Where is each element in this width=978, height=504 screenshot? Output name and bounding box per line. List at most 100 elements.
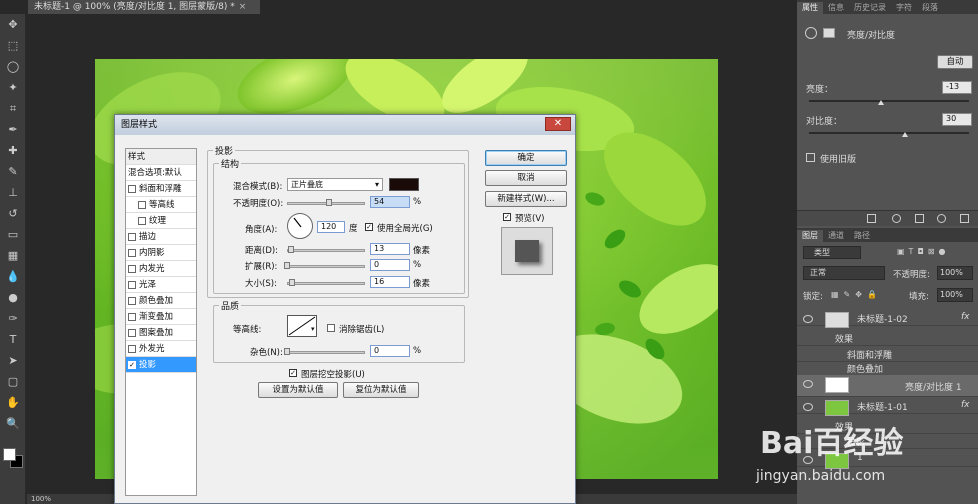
distance-slider-thumb[interactable]: [287, 246, 294, 253]
eyedropper-icon[interactable]: ✒: [0, 119, 26, 140]
style-checkbox[interactable]: [128, 264, 136, 273]
cancel-button[interactable]: 取消: [485, 170, 567, 186]
style-checkbox[interactable]: [128, 184, 136, 193]
opacity-field[interactable]: 100%: [937, 266, 973, 280]
layers-tab-0[interactable]: 图层: [797, 230, 823, 242]
new-style-button[interactable]: 新建样式(W)...: [485, 191, 567, 207]
pen-icon[interactable]: ✑: [0, 308, 26, 329]
reset-default-button[interactable]: 复位为默认值: [343, 382, 419, 398]
dodge-icon[interactable]: ●: [0, 287, 26, 308]
clip-icon[interactable]: [867, 214, 876, 223]
style-item[interactable]: 描边: [126, 229, 196, 245]
visibility-eye-icon[interactable]: [803, 403, 813, 411]
lock-icons[interactable]: ▦✎✥🔒: [831, 290, 882, 299]
tab-1[interactable]: 信息: [823, 2, 849, 14]
blend-options-item[interactable]: 混合选项:默认: [126, 165, 196, 181]
layer-row[interactable]: 亮度/对比度 1: [797, 375, 978, 397]
style-item[interactable]: 内发光: [126, 261, 196, 277]
legacy-checkbox[interactable]: [806, 153, 815, 162]
contrast-slider[interactable]: [809, 132, 969, 134]
size-slider[interactable]: [287, 282, 365, 285]
style-item[interactable]: 斜面和浮雕: [126, 181, 196, 197]
tab-4[interactable]: 段落: [917, 2, 943, 14]
spread-slider-thumb[interactable]: [284, 262, 290, 269]
brightness-slider[interactable]: [809, 100, 969, 102]
mask-icon[interactable]: [823, 28, 835, 38]
history-brush-icon[interactable]: ↺: [0, 203, 26, 224]
size-slider-thumb[interactable]: [288, 279, 295, 286]
move-icon[interactable]: ✥: [0, 14, 26, 35]
brightness-field[interactable]: -13: [942, 81, 972, 94]
document-tab[interactable]: 未标题-1 @ 100% (亮度/对比度 1, 图层蒙版/8) * ×: [28, 0, 260, 14]
layers-tab-2[interactable]: 路径: [849, 230, 875, 242]
layer-row[interactable]: 未标题-1-02 fx: [797, 310, 978, 328]
crop-icon[interactable]: ⌗: [0, 98, 26, 119]
brightness-slider-thumb[interactable]: [878, 100, 884, 105]
angle-field[interactable]: 120: [317, 221, 345, 233]
eraser-icon[interactable]: ▭: [0, 224, 26, 245]
style-item[interactable]: 渐变叠加: [126, 309, 196, 325]
ok-button[interactable]: 确定: [485, 150, 567, 166]
healing-icon[interactable]: ✚: [0, 140, 26, 161]
style-checkbox[interactable]: ✓: [128, 360, 136, 369]
quick-select-icon[interactable]: ✦: [0, 77, 26, 98]
style-item[interactable]: 光泽: [126, 277, 196, 293]
style-checkbox[interactable]: [128, 328, 136, 337]
style-item[interactable]: 图案叠加: [126, 325, 196, 341]
blur-icon[interactable]: 💧: [0, 266, 26, 287]
style-checkbox[interactable]: [138, 200, 146, 209]
knockout-checkbox[interactable]: ✓: [289, 369, 297, 377]
type-icon[interactable]: T: [0, 329, 26, 350]
distance-field[interactable]: 13: [370, 243, 410, 255]
visibility-eye-icon[interactable]: [803, 380, 813, 388]
size-field[interactable]: 16: [370, 276, 410, 288]
style-item[interactable]: 纹理: [126, 213, 196, 229]
opacity-slider-thumb[interactable]: [326, 199, 333, 206]
style-item[interactable]: 内阴影: [126, 245, 196, 261]
auto-button[interactable]: 自动: [937, 55, 973, 69]
blend-mode-select[interactable]: 正常: [803, 266, 885, 280]
preview-checkbox[interactable]: ✓: [503, 213, 511, 221]
fx-icon[interactable]: fx: [961, 400, 970, 410]
path-select-icon[interactable]: ➤: [0, 350, 26, 371]
style-checkbox[interactable]: [128, 280, 136, 289]
style-checkbox[interactable]: [128, 232, 136, 241]
contour-dropdown-icon[interactable]: ▾: [311, 325, 315, 333]
lasso-icon[interactable]: ◯: [0, 56, 26, 77]
style-item[interactable]: 外发光: [126, 341, 196, 357]
filter-icons[interactable]: ▣T◘⊠●: [897, 247, 967, 258]
tab-2[interactable]: 历史记录: [849, 2, 891, 14]
filter-kind-select[interactable]: 类型: [803, 246, 861, 259]
shape-icon[interactable]: ▢: [0, 371, 26, 392]
styles-header[interactable]: 样式: [126, 149, 196, 165]
delete-icon[interactable]: [960, 214, 969, 223]
noise-slider[interactable]: [287, 351, 365, 354]
layer-row[interactable]: 未标题-1-01 fx: [797, 398, 978, 416]
effect-item[interactable]: 颜色叠加: [797, 360, 978, 376]
view-previous-icon[interactable]: [892, 214, 901, 223]
zoom-level[interactable]: 100%: [31, 495, 51, 503]
stamp-icon[interactable]: ⊥: [0, 182, 26, 203]
spread-field[interactable]: 0: [370, 259, 410, 271]
style-item[interactable]: 颜色叠加: [126, 293, 196, 309]
distance-slider[interactable]: [287, 249, 365, 252]
close-tab-icon[interactable]: ×: [239, 2, 247, 12]
global-light-checkbox[interactable]: ✓: [365, 223, 373, 231]
foreground-color-swatch[interactable]: [3, 448, 16, 461]
noise-field[interactable]: 0: [370, 345, 410, 357]
marquee-icon[interactable]: ⬚: [0, 35, 26, 56]
visibility-eye-icon[interactable]: [803, 315, 813, 323]
close-icon[interactable]: ✕: [545, 117, 571, 131]
layers-tab-1[interactable]: 通道: [823, 230, 849, 242]
gradient-icon[interactable]: ▦: [0, 245, 26, 266]
shadow-blend-select[interactable]: 正片叠底 ▾: [287, 178, 383, 191]
style-checkbox[interactable]: [128, 248, 136, 257]
style-checkbox[interactable]: [128, 296, 136, 305]
style-checkbox[interactable]: [138, 216, 146, 225]
opacity-field[interactable]: 54: [370, 196, 410, 208]
style-item[interactable]: 等高线: [126, 197, 196, 213]
effects-row[interactable]: 效果: [797, 330, 978, 346]
style-checkbox[interactable]: [128, 312, 136, 321]
visibility-icon[interactable]: [937, 214, 946, 223]
shadow-color-swatch[interactable]: [389, 178, 419, 191]
